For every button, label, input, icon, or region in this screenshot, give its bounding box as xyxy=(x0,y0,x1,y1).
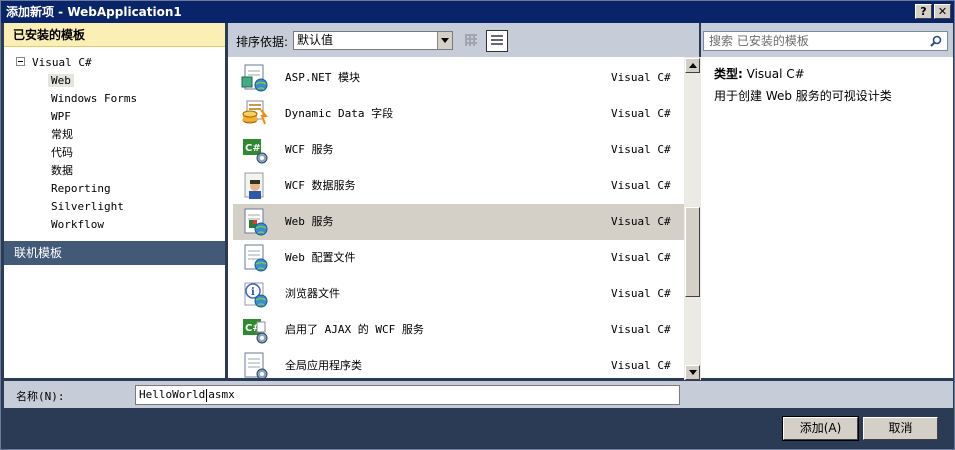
name-input[interactable]: HelloWorld asmx xyxy=(135,385,680,405)
template-language: Visual C# xyxy=(611,359,671,372)
add-new-item-dialog: 添加新项 - WebApplication1 ? ✕ 已安装的模板 Visual… xyxy=(0,0,955,450)
global-app-class-icon xyxy=(244,352,268,378)
tree-item--[interactable]: 常规 xyxy=(51,126,73,144)
sort-toolbar: 排序依据: 默认值 xyxy=(228,23,699,57)
template-item[interactable]: C# WCF 服务 Visual C# xyxy=(233,132,684,168)
online-templates-header[interactable]: 联机模板 xyxy=(4,241,225,265)
details-pane: 类型: Visual C# 用于创建 Web 服务的可视设计类 xyxy=(701,57,953,378)
template-item[interactable]: ASP.NET 模块 Visual C# xyxy=(233,60,684,96)
template-language: Visual C# xyxy=(611,107,671,120)
template-language: Visual C# xyxy=(611,143,671,156)
name-label: 名称(N): xyxy=(16,390,65,403)
template-list: ASP.NET 模块 Visual C# Dynamic Data 字段 Visual… xyxy=(228,57,684,378)
template-item[interactable]: 全局应用程序类 Visual C# xyxy=(233,348,684,378)
tree-item-label: Silverlight xyxy=(51,200,124,213)
dialog-footer: 添加(A) 取消 xyxy=(4,408,953,448)
wcf-data-service-icon xyxy=(244,172,264,199)
template-item[interactable]: Dynamic Data 字段 Visual C# xyxy=(233,96,684,132)
template-item[interactable]: C# 启用了 AJAX 的 WCF 服务 Visual C# xyxy=(233,312,684,348)
dynamic-data-icon xyxy=(242,100,269,125)
sort-selected-value: 默认值 xyxy=(297,33,334,47)
name-value-part2: asmx xyxy=(208,388,235,401)
tree-item-label: 常规 xyxy=(51,128,73,141)
details-type-value: Visual C# xyxy=(746,67,805,81)
template-language: Visual C# xyxy=(611,251,671,264)
svg-text:C#: C# xyxy=(245,143,261,154)
details-type-label: 类型: xyxy=(714,67,743,81)
search-input[interactable]: 搜索 已安装的模板 xyxy=(703,31,948,51)
template-item[interactable]: Web 服务 Visual C# xyxy=(233,204,684,240)
template-name: 浏览器文件 xyxy=(285,287,340,300)
tree-item-workflow[interactable]: Workflow xyxy=(51,216,104,234)
template-name: ASP.NET 模块 xyxy=(285,71,360,84)
template-item[interactable]: i 浏览器文件 Visual C# xyxy=(233,276,684,312)
search-toolbar: 搜索 已安装的模板 xyxy=(701,23,953,57)
details-view-button[interactable] xyxy=(486,30,508,52)
web-config-icon xyxy=(244,244,268,272)
template-item[interactable]: Web 配置文件 Visual C# xyxy=(233,240,684,276)
add-button[interactable]: 添加(A) xyxy=(782,416,859,441)
template-language: Visual C# xyxy=(611,71,671,84)
collapse-icon[interactable] xyxy=(16,57,25,66)
template-category-panel: 已安装的模板 Visual C# Web Windows Forms WPF 常规代码数… xyxy=(4,23,225,378)
tree-item-wpf[interactable]: WPF xyxy=(51,108,71,126)
grid-view-icon xyxy=(465,34,477,46)
sort-label: 排序依据: xyxy=(236,35,289,49)
aspnet-module-icon xyxy=(241,64,268,92)
tree-item-label: Reporting xyxy=(51,182,111,195)
svg-text:i: i xyxy=(251,287,255,298)
template-list-scrollbar[interactable] xyxy=(684,57,701,380)
tree-item-reporting[interactable]: Reporting xyxy=(51,180,111,198)
ajax-wcf-icon: C# xyxy=(243,319,268,344)
tree-item-label: 数据 xyxy=(51,164,73,177)
installed-templates-header[interactable]: 已安装的模板 xyxy=(4,23,225,47)
template-item[interactable]: WCF 数据服务 Visual C# xyxy=(233,168,684,204)
template-name: 启用了 AJAX 的 WCF 服务 xyxy=(285,323,424,336)
scroll-up-button[interactable] xyxy=(685,58,700,73)
name-value-part1: HelloWorld xyxy=(139,388,206,401)
tree-item-label: WPF xyxy=(51,110,71,123)
browser-file-icon: i xyxy=(244,282,268,308)
sort-dropdown[interactable]: 默认值 xyxy=(293,31,453,50)
tree-item-label: Windows Forms xyxy=(51,92,138,105)
name-bar: 名称(N): HelloWorld asmx xyxy=(4,381,953,408)
medium-icons-view-button[interactable] xyxy=(461,30,483,52)
cancel-button[interactable]: 取消 xyxy=(863,417,938,440)
left-panel-blank xyxy=(4,265,225,378)
tree-item-label: Web xyxy=(48,74,74,87)
tree-item-label: 代码 xyxy=(51,146,73,159)
template-language: Visual C# xyxy=(611,179,671,192)
template-name: WCF 数据服务 xyxy=(285,179,356,192)
scroll-down-button[interactable] xyxy=(685,365,700,380)
title-bar: 添加新项 - WebApplication1 ? ✕ xyxy=(1,1,954,23)
template-name: 全局应用程序类 xyxy=(285,359,362,372)
list-view-icon xyxy=(491,35,503,47)
tree-item-visual-c-[interactable]: Visual C# xyxy=(32,54,92,72)
template-name: WCF 服务 xyxy=(285,143,334,156)
help-button[interactable]: ? xyxy=(915,4,932,19)
window-title: 添加新项 - WebApplication1 xyxy=(6,5,182,19)
template-language: Visual C# xyxy=(611,215,671,228)
wcf-service-icon: C# xyxy=(243,139,268,164)
chevron-down-icon[interactable] xyxy=(437,32,452,49)
template-language: Visual C# xyxy=(611,323,671,336)
template-name: Dynamic Data 字段 xyxy=(285,107,394,120)
template-name: Web 配置文件 xyxy=(285,251,356,264)
close-button[interactable]: ✕ xyxy=(934,4,951,19)
tree-item-web[interactable]: Web xyxy=(48,72,74,90)
details-type: 类型: Visual C# xyxy=(714,65,805,82)
tree-item-label: Workflow xyxy=(51,218,104,231)
tree-item-label: Visual C# xyxy=(32,56,92,69)
tree-item-windows-forms[interactable]: Windows Forms xyxy=(51,90,137,108)
scroll-thumb[interactable] xyxy=(685,207,700,297)
tree-item-silverlight[interactable]: Silverlight xyxy=(51,198,124,216)
tree-item--[interactable]: 代码 xyxy=(51,144,73,162)
template-name: Web 服务 xyxy=(285,215,334,228)
template-language: Visual C# xyxy=(611,287,671,300)
search-placeholder: 搜索 已安装的模板 xyxy=(709,34,809,48)
search-icon[interactable] xyxy=(930,35,942,47)
web-service-icon xyxy=(244,208,268,236)
details-description: 用于创建 Web 服务的可视设计类 xyxy=(714,89,892,103)
tree-item--[interactable]: 数据 xyxy=(51,162,73,180)
